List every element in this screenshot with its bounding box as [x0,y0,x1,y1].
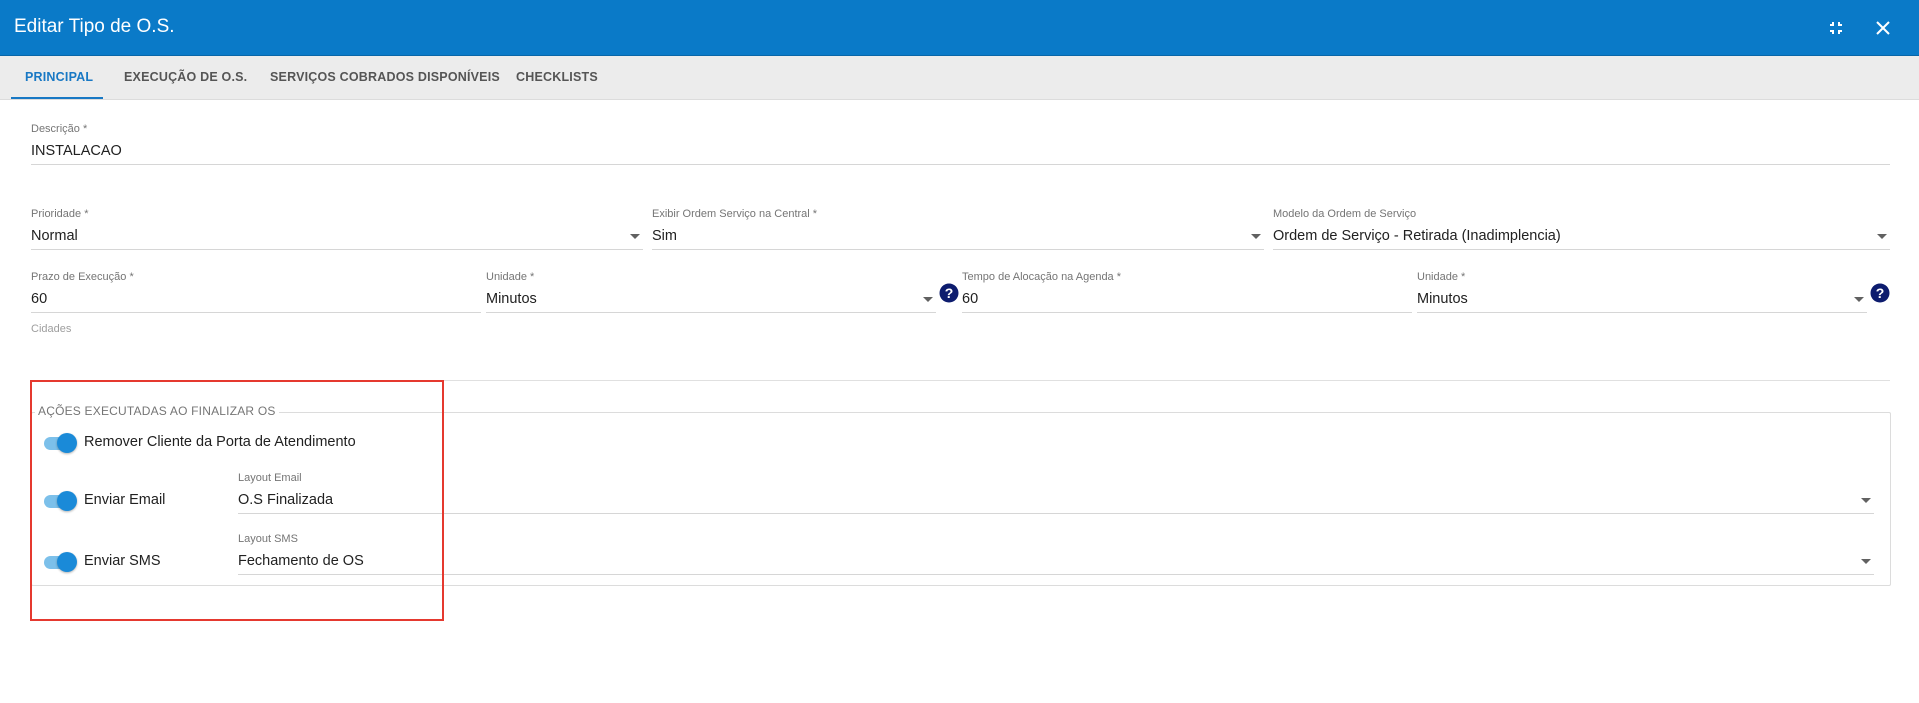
tab-bar: PRINCIPAL EXECUÇÃO DE O.S. SERVIÇOS COBR… [0,56,1919,100]
modelo-ordem-label: Modelo da Ordem de Serviço [1273,208,1417,220]
enviar-sms-label: Enviar SMS [84,553,161,569]
tempo-alocacao-value[interactable]: 60 [962,291,978,307]
unidade-prazo-select[interactable]: Unidade * Minutos [486,271,936,313]
chevron-down-icon[interactable] [1251,234,1261,239]
layout-email-label: Layout Email [238,472,302,484]
acoes-legend: AÇÕES EXECUTADAS AO FINALIZAR OS [35,404,279,418]
chevron-down-icon[interactable] [630,234,640,239]
tempo-alocacao-label: Tempo de Alocação na Agenda * [962,271,1122,283]
enviar-email-label: Enviar Email [84,492,166,508]
dialog-title: Editar Tipo de O.S. [14,16,175,37]
exibir-ordem-select[interactable]: Exibir Ordem Serviço na Central * Sim [652,208,1264,250]
remover-cliente-toggle[interactable] [44,433,78,453]
unidade-prazo-value: Minutos [486,291,537,307]
unidade-prazo-label: Unidade * [486,271,535,283]
layout-sms-select[interactable]: Layout SMS Fechamento de OS [238,533,1874,575]
cidades-label: Cidades [31,323,72,335]
chevron-down-icon[interactable] [1877,234,1887,239]
collapse-icon[interactable] [1823,15,1849,41]
unidade-tempo-label: Unidade * [1417,271,1466,283]
close-icon[interactable] [1870,15,1896,41]
layout-email-select[interactable]: Layout Email O.S Finalizada [238,472,1874,514]
enviar-email-toggle[interactable] [44,491,78,511]
cidades-field[interactable] [31,380,1890,381]
svg-text:?: ? [945,285,954,301]
descricao-label: Descrição * [31,123,88,135]
descricao-field[interactable]: Descrição * INSTALACAO [31,123,1890,165]
layout-sms-value: Fechamento de OS [238,553,364,569]
chevron-down-icon[interactable] [1854,297,1864,302]
help-icon[interactable]: ? [939,283,959,303]
prioridade-label: Prioridade * [31,208,89,220]
exibir-ordem-value: Sim [652,228,677,244]
descricao-value[interactable]: INSTALACAO [31,143,122,159]
prioridade-select[interactable]: Prioridade * Normal [31,208,643,250]
unidade-tempo-value: Minutos [1417,291,1468,307]
unidade-tempo-select[interactable]: Unidade * Minutos [1417,271,1867,313]
svg-text:?: ? [1876,285,1885,301]
tab-execucao-os[interactable]: EXECUÇÃO DE O.S. [124,56,247,99]
help-icon[interactable]: ? [1870,283,1890,303]
enviar-sms-toggle[interactable] [44,552,78,572]
dialog-header: Editar Tipo de O.S. [0,0,1919,56]
exibir-ordem-label: Exibir Ordem Serviço na Central * [652,208,818,220]
remover-cliente-label: Remover Cliente da Porta de Atendimento [84,434,356,450]
modelo-ordem-value: Ordem de Serviço - Retirada (Inadimplenc… [1273,228,1561,244]
chevron-down-icon[interactable] [1861,559,1871,564]
active-tab-indicator [11,97,103,99]
chevron-down-icon[interactable] [923,297,933,302]
tab-servicos-cobrados[interactable]: SERVIÇOS COBRADOS DISPONÍVEIS [270,56,500,99]
tab-principal[interactable]: PRINCIPAL [25,56,93,99]
prazo-execucao-field[interactable]: Prazo de Execução * 60 [31,271,481,313]
layout-sms-label: Layout SMS [238,533,298,545]
tab-checklists[interactable]: CHECKLISTS [516,56,598,99]
prazo-execucao-label: Prazo de Execução * [31,271,134,283]
chevron-down-icon[interactable] [1861,498,1871,503]
prioridade-value: Normal [31,228,78,244]
layout-email-value: O.S Finalizada [238,492,334,508]
prazo-execucao-value[interactable]: 60 [31,291,47,307]
tempo-alocacao-field[interactable]: Tempo de Alocação na Agenda * 60 [962,271,1412,313]
modelo-ordem-select[interactable]: Modelo da Ordem de Serviço Ordem de Serv… [1273,208,1890,250]
